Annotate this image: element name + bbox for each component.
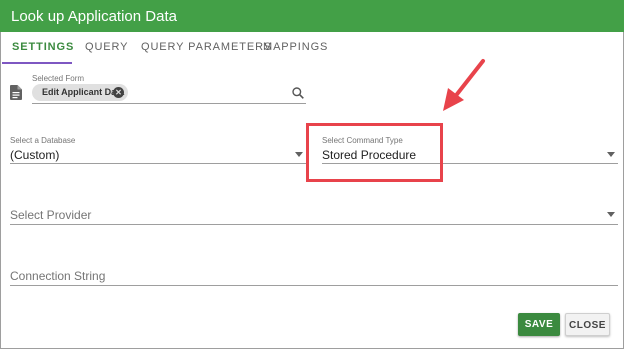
selected-form-chip[interactable]: Edit Applicant Data ✕ [32, 84, 128, 101]
selected-form-underline [32, 103, 306, 104]
annotation-highlight-box [306, 123, 443, 182]
save-button[interactable]: SAVE [518, 313, 560, 336]
document-icon [10, 85, 22, 105]
tab-bar: SETTINGS QUERY QUERY PARAMETERS MAPPINGS [0, 32, 624, 64]
tab-settings[interactable]: SETTINGS [12, 41, 74, 53]
search-icon[interactable] [292, 86, 304, 104]
chevron-down-icon[interactable] [295, 152, 303, 157]
provider-select[interactable]: Select Provider [10, 208, 91, 222]
tab-query[interactable]: QUERY [85, 41, 128, 53]
active-tab-indicator [2, 62, 72, 64]
provider-underline [10, 224, 618, 225]
connection-string-input[interactable]: Connection String [10, 269, 105, 283]
database-select[interactable]: (Custom) [10, 148, 59, 162]
chip-label: Edit Applicant Data [42, 87, 125, 97]
tab-query-parameters[interactable]: QUERY PARAMETERS [141, 41, 272, 53]
database-underline [10, 163, 306, 164]
chevron-down-icon[interactable] [607, 212, 615, 217]
database-label: Select a Database [10, 136, 76, 145]
chevron-down-icon[interactable] [607, 152, 615, 157]
chip-remove-icon[interactable]: ✕ [113, 87, 124, 98]
close-button[interactable]: CLOSE [565, 313, 610, 336]
selected-form-label: Selected Form [32, 74, 85, 83]
annotation-arrow-icon [438, 58, 488, 119]
dialog-title: Look up Application Data [11, 8, 177, 25]
tab-mappings[interactable]: MAPPINGS [263, 41, 328, 53]
dialog-header: Look up Application Data [0, 0, 624, 32]
connection-string-underline [10, 285, 618, 286]
